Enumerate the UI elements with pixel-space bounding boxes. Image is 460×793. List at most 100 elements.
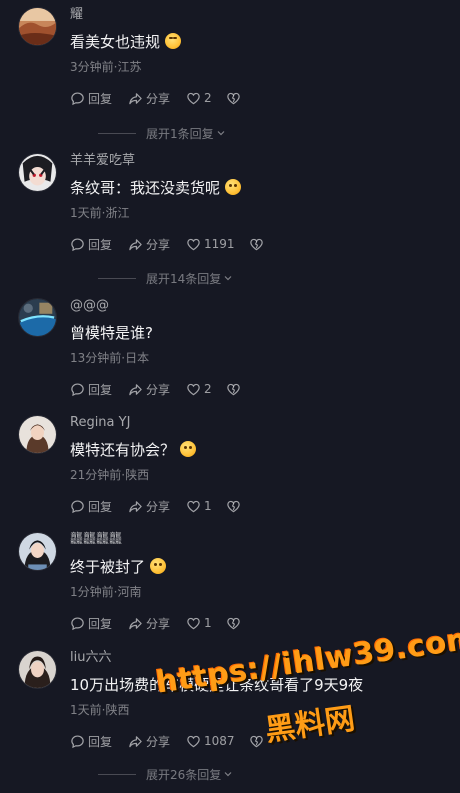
username[interactable]: liu六六 [70,650,111,666]
chevron-down-icon [217,131,225,136]
comment-actions: 回复 分享 2 [70,87,260,109]
share-label: 分享 [146,382,171,397]
share-icon [129,383,142,395]
reply-button[interactable]: 回复 [70,615,112,632]
comment-text-content: 条纹哥：我还没卖货呢 [70,179,221,197]
like-button[interactable]: 2 [186,382,212,397]
dislike-button[interactable] [226,616,244,631]
comment-text-content: 模特还有协会？ [70,441,176,459]
expand-label: 展开26条回复 [146,767,222,782]
like-button[interactable]: 1 [186,499,212,514]
expand-replies-button[interactable]: 展开14条回复 [98,269,233,287]
divider-line [98,132,136,134]
like-count: 1 [204,616,212,630]
share-icon [129,238,142,250]
reply-icon [71,237,84,251]
user-avatar[interactable] [18,415,57,454]
username[interactable]: @@@ [70,298,109,314]
divider-line [98,773,136,775]
reply-button[interactable]: 回复 [70,381,112,398]
dislike-button[interactable] [249,237,267,252]
comment-actions: 回复 分享 1191 [70,233,283,255]
comment-text-content: 看美女也违规 [70,33,161,51]
user-avatar[interactable] [18,153,57,192]
dislike-button[interactable] [226,382,244,397]
portrait-avatar-icon [19,416,56,453]
heart-icon [187,383,200,395]
portrait-avatar-icon [19,651,56,688]
smile-emoji [225,179,242,195]
share-button[interactable]: 分享 [128,498,170,515]
reply-label: 回复 [88,616,113,631]
share-icon [129,617,142,629]
expand-replies-button[interactable]: 展开1条回复 [98,124,226,142]
comment-list: 耀 看美女也违规 3分钟前·江苏 回复 分享 2 展开1条回复 羊羊爱吃草 条纹… [0,0,460,793]
reply-button[interactable]: 回复 [70,236,112,253]
share-button[interactable]: 分享 [128,733,170,750]
comment-actions: 回复 分享 1 [70,612,260,634]
divider-line [98,277,136,279]
puffing-emoji [150,558,167,574]
like-count: 1087 [204,734,235,748]
like-count: 2 [204,382,212,396]
like-count: 1 [204,499,212,513]
chevron-down-icon [224,276,232,281]
reply-button[interactable]: 回复 [70,90,112,107]
username[interactable]: 耀 [70,7,83,23]
broken-heart-icon [249,238,263,250]
reply-label: 回复 [88,91,113,106]
like-count: 2 [204,91,212,105]
comment-text-content: 10万出场费的车模硬是让条纹哥看了9天9夜 [70,676,364,694]
broken-heart-icon [226,383,240,395]
comment-text: 终于被封了 [70,557,167,577]
comment-actions: 回复 分享 1087 [70,730,283,752]
share-button[interactable]: 分享 [128,236,170,253]
sweat-emoji [180,441,197,457]
share-button[interactable]: 分享 [128,381,170,398]
comment-actions: 回复 分享 1 [70,495,260,517]
reply-label: 回复 [88,734,113,749]
username[interactable]: 羊羊爱吃草 [70,153,135,169]
reply-button[interactable]: 回复 [70,498,112,515]
reply-button[interactable]: 回复 [70,733,112,750]
like-button[interactable]: 2 [186,91,212,106]
comment-text: 条纹哥：我还没卖货呢 [70,178,242,198]
comment-text: 10万出场费的车模硬是让条纹哥看了9天9夜 [70,675,363,695]
share-label: 分享 [146,91,171,106]
comment-text-content: 曾模特是谁? [70,324,153,342]
anime-avatar-icon [19,154,56,191]
broken-heart-icon [249,735,263,747]
reply-icon [71,616,84,630]
reply-icon [71,382,84,396]
like-button[interactable]: 1087 [186,734,235,749]
username[interactable]: Regina YJ [70,415,130,431]
share-label: 分享 [146,734,171,749]
user-avatar[interactable] [18,532,57,571]
user-avatar[interactable] [18,7,57,46]
like-button[interactable]: 1 [186,616,212,631]
share-button[interactable]: 分享 [128,90,170,107]
dislike-button[interactable] [226,499,244,514]
share-icon [129,92,142,104]
dislike-button[interactable] [226,91,244,106]
comment-meta: 3分钟前·江苏 [70,60,142,74]
share-label: 分享 [146,616,171,631]
share-icon [129,735,142,747]
comment-meta: 1天前·浙江 [70,206,130,220]
comment-text: 模特还有协会？ [70,440,197,460]
share-button[interactable]: 分享 [128,615,170,632]
like-button[interactable]: 1191 [186,237,235,252]
share-label: 分享 [146,499,171,514]
expand-replies-button[interactable]: 展开26条回复 [98,765,233,783]
user-avatar[interactable] [18,650,57,689]
comment-meta: 1分钟前·河南 [70,585,142,599]
comment-meta: 13分钟前·日本 [70,351,150,365]
username[interactable]: 龘龘龘龘 [70,532,122,548]
comment-text: 看美女也违规 [70,32,182,52]
broken-heart-icon [226,617,240,629]
heart-icon [187,735,200,747]
heart-icon [187,617,200,629]
user-avatar[interactable] [18,298,57,337]
broken-heart-icon [226,500,240,512]
dislike-button[interactable] [249,734,267,749]
